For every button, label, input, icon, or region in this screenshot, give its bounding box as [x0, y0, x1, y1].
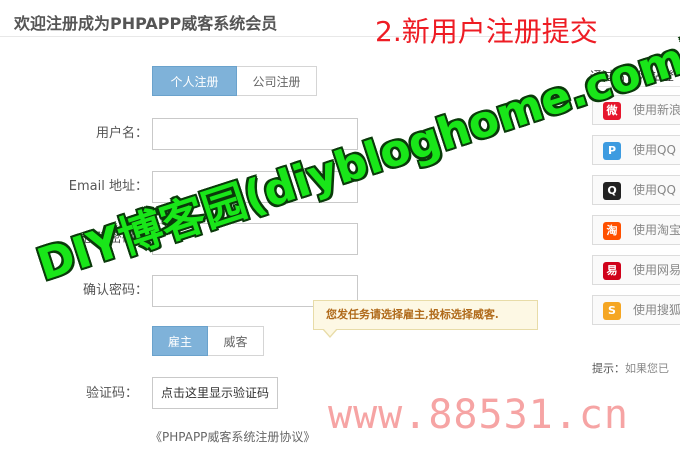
login-qzone-button[interactable]: P 使用QQ	[592, 135, 680, 165]
sohu-icon: S	[603, 302, 621, 320]
sidebar-hint-label: 提示：	[592, 362, 625, 375]
registration-agreement-link[interactable]: 《PHPAPP威客系统注册协议》	[150, 428, 315, 445]
login-sohu-label: 使用搜狐	[633, 303, 680, 317]
netease-icon: 易	[603, 262, 621, 280]
username-label: 用户名：	[95, 126, 148, 141]
tab-employer[interactable]: 雇主	[152, 326, 208, 356]
login-qq-button[interactable]: Q 使用QQ	[592, 175, 680, 205]
step-caption: 2.新用户注册提交	[375, 15, 598, 48]
role-tabs: 雇主 威客	[152, 326, 264, 356]
email-label: Email 地址：	[68, 179, 148, 194]
tooltip-arrow-fill	[323, 328, 337, 336]
show-captcha-button[interactable]: 点击这里显示验证码	[152, 377, 278, 409]
tab-personal-registration[interactable]: 个人注册	[152, 66, 237, 96]
qq-penguin-icon: Q	[603, 182, 621, 200]
page-title: 欢迎注册成为PHPAPP威客系统会员	[14, 14, 278, 33]
captcha-label: 验证码：	[85, 386, 138, 401]
qq-space-icon: P	[603, 142, 621, 160]
login-sohu-button[interactable]: S 使用搜狐	[592, 295, 680, 325]
site-watermark: www.88531.cn	[328, 392, 629, 438]
tab-freelancer[interactable]: 威客	[208, 326, 264, 356]
login-netease-button[interactable]: 易 使用网易	[592, 255, 680, 285]
login-netease-label: 使用网易	[633, 263, 680, 277]
login-taobao-label: 使用淘宝	[633, 223, 680, 237]
login-qq-label: 使用QQ	[633, 183, 676, 197]
login-qzone-label: 使用QQ	[633, 143, 676, 157]
role-hint-tooltip: 您发任务请选择雇主,投标选择威客.	[313, 300, 538, 330]
sidebar-hint: 提示：如果您已	[592, 360, 669, 376]
taobao-icon: 淘	[603, 222, 621, 240]
tab-company-registration[interactable]: 公司注册	[237, 66, 317, 96]
sidebar-hint-text: 如果您已	[625, 362, 669, 375]
login-taobao-button[interactable]: 淘 使用淘宝	[592, 215, 680, 245]
